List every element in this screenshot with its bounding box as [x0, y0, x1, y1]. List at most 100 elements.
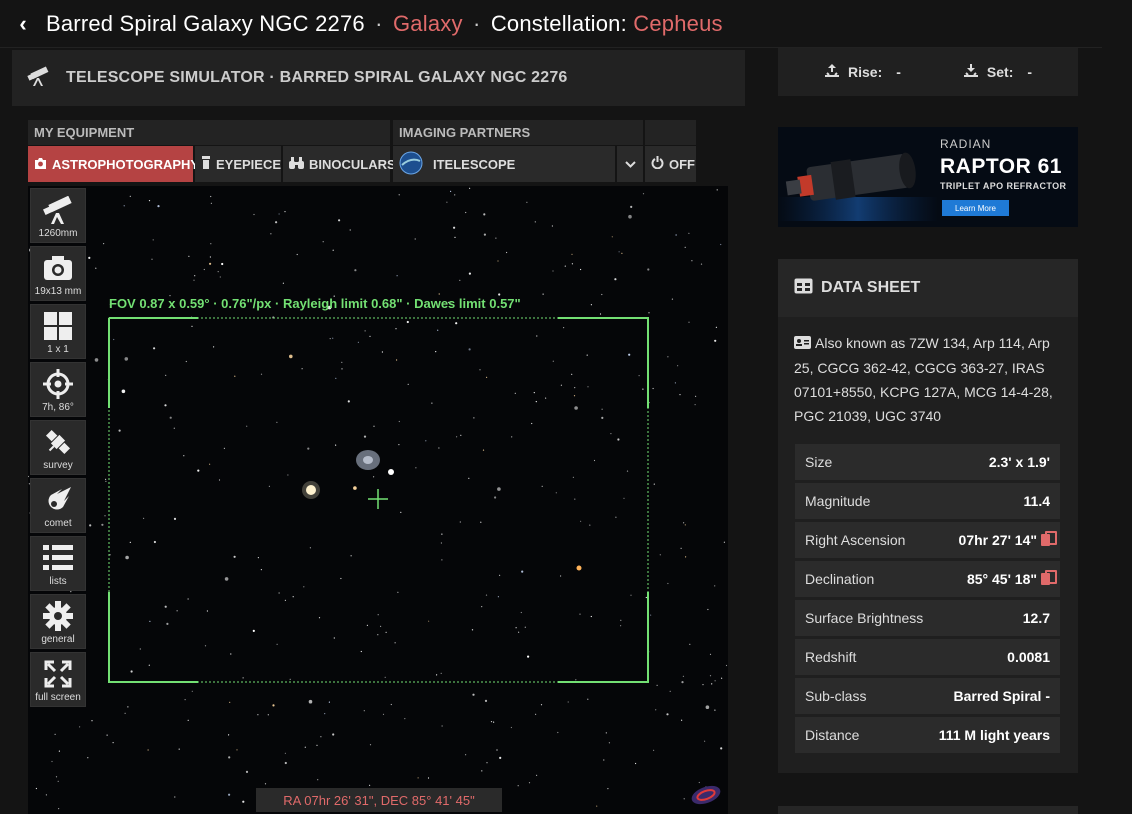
- copy-icon[interactable]: [1041, 570, 1057, 585]
- star: [228, 756, 231, 759]
- star: [272, 704, 275, 707]
- star: [526, 201, 528, 203]
- back-arrow-icon[interactable]: ‹: [0, 0, 46, 48]
- copy-icon[interactable]: [1041, 531, 1057, 546]
- star: [621, 252, 623, 254]
- star: [486, 376, 488, 378]
- astrophotography-label: ASTROPHOTOGRAPHY: [52, 156, 200, 172]
- star: [210, 195, 212, 198]
- star: [479, 369, 481, 371]
- ad-subtitle: TRIPLET APO REFRACTOR: [940, 181, 1067, 191]
- advertisement-banner[interactable]: RADIAN RAPTOR 61 TRIPLET APO REFRACTOR L…: [778, 127, 1078, 227]
- star: [112, 742, 114, 744]
- star: [394, 642, 396, 644]
- mosaic-tool[interactable]: 1 x 1: [30, 304, 86, 359]
- star: [332, 249, 334, 251]
- title-separator: ·: [472, 10, 481, 36]
- partner-dropdown-chevron-icon[interactable]: [617, 146, 643, 182]
- star: [197, 469, 200, 472]
- star: [555, 492, 557, 494]
- row-key: Surface Brightness: [805, 610, 924, 626]
- galaxy-core: [363, 456, 373, 464]
- full-screen-tool[interactable]: full screen: [30, 652, 86, 707]
- star: [485, 594, 488, 596]
- star: [105, 478, 107, 480]
- star: [428, 620, 430, 622]
- star: [473, 417, 475, 419]
- star: [275, 221, 278, 224]
- star: [303, 586, 305, 588]
- binoculars-icon: [289, 156, 304, 172]
- star: [287, 474, 289, 476]
- star: [705, 705, 710, 709]
- star: [124, 712, 126, 714]
- star: [257, 714, 259, 716]
- star: [246, 425, 248, 427]
- sky-view[interactable]: [28, 186, 728, 814]
- general-settings-tool[interactable]: general: [30, 594, 86, 649]
- constellation-link[interactable]: Cepheus: [633, 11, 722, 36]
- star: [395, 328, 397, 330]
- star: [542, 293, 544, 295]
- power-icon: [651, 156, 664, 172]
- star: [590, 304, 593, 306]
- star: [307, 447, 310, 450]
- tool-label: lists: [49, 575, 67, 587]
- imaging-partners-label: IMAGING PARTNERS: [393, 120, 643, 145]
- sunset-icon: [963, 63, 979, 81]
- star: [571, 373, 573, 375]
- star: [453, 226, 456, 229]
- position-tool[interactable]: 7h, 86°: [30, 362, 86, 417]
- star: [510, 726, 512, 729]
- star: [540, 704, 543, 706]
- star: [580, 520, 582, 522]
- rise-value: -: [896, 64, 901, 80]
- eyepiece-button[interactable]: EYEPIECE: [195, 146, 281, 182]
- star: [203, 268, 205, 271]
- star: [626, 470, 629, 472]
- star: [204, 645, 207, 647]
- star: [404, 718, 406, 720]
- survey-tool[interactable]: survey: [30, 420, 86, 475]
- star: [164, 605, 167, 608]
- star: [328, 701, 330, 703]
- comet-tool[interactable]: comet: [30, 478, 86, 533]
- sensor-size-tool[interactable]: 19x13 mm: [30, 246, 86, 301]
- partner-select[interactable]: ITELESCOPE: [393, 146, 615, 182]
- star: [630, 205, 633, 208]
- star: [149, 620, 151, 622]
- learn-more-button[interactable]: Learn More: [942, 200, 1009, 216]
- star: [704, 740, 706, 742]
- star: [130, 670, 133, 673]
- star: [206, 610, 208, 612]
- star: [289, 678, 291, 680]
- astrophotography-button[interactable]: ASTROPHOTOGRAPHY: [28, 146, 199, 182]
- star: [369, 744, 372, 746]
- star: [366, 624, 368, 626]
- binoculars-button[interactable]: BINOCULARS: [283, 146, 396, 182]
- star: [677, 365, 679, 367]
- lists-tool[interactable]: lists: [30, 536, 86, 591]
- star: [252, 629, 255, 632]
- star: [28, 475, 29, 478]
- star-field: [28, 187, 728, 810]
- star: [234, 375, 236, 377]
- object-name: Barred Spiral Galaxy NGC 2276: [46, 10, 365, 36]
- star: [536, 774, 538, 777]
- table-row: Size 2.3' x 1.9': [795, 444, 1060, 480]
- star: [143, 517, 145, 519]
- off-label: OFF: [669, 156, 695, 172]
- star: [94, 358, 99, 362]
- star: [382, 713, 385, 716]
- star: [454, 236, 456, 238]
- off-button[interactable]: OFF: [645, 146, 696, 182]
- object-type-link[interactable]: Galaxy: [393, 11, 463, 36]
- star: [689, 643, 691, 645]
- focal-length-tool[interactable]: 1260mm: [30, 188, 86, 243]
- star: [496, 749, 498, 751]
- sunrise-icon: [824, 63, 840, 81]
- star: [603, 759, 605, 761]
- star: [714, 585, 716, 587]
- star: [684, 246, 686, 248]
- top-bar: ‹ Barred Spiral Galaxy NGC 2276 · Galaxy…: [0, 0, 1102, 48]
